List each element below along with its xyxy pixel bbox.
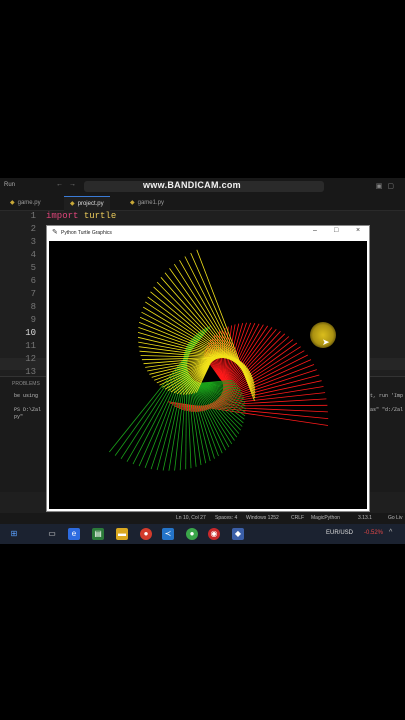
feather-icon: ✎ (52, 229, 58, 236)
line-number: 8 (30, 302, 36, 312)
mouse-pointer-icon: ➤ (322, 337, 330, 347)
python-file-icon: ◆ (10, 200, 15, 206)
turtle-canvas[interactable] (49, 241, 367, 509)
tab-label: project.py (77, 201, 104, 207)
status-go-live[interactable]: Go Liv (388, 515, 402, 521)
tab-game[interactable]: ◆ game.py (4, 196, 47, 210)
line-number: 6 (30, 276, 36, 286)
layout-icons[interactable]: ▣▢ (376, 182, 399, 190)
task-view-icon[interactable]: ▭ (46, 528, 58, 540)
terminal-text: t, run 'Imp (370, 393, 404, 399)
tab-game1[interactable]: ◆ game1.py (124, 196, 170, 210)
currency-pair[interactable]: EUR/USD (326, 530, 353, 536)
tab-label: game.py (17, 200, 41, 206)
terminal-text: py" (14, 414, 24, 420)
turtle-graphics-window[interactable]: ✎ Python Turtle Graphics – □ × (46, 225, 370, 512)
maximize-button[interactable]: □ (334, 227, 338, 234)
status-spaces[interactable]: Spaces: 4 (215, 515, 237, 521)
module-turtle: turtle (83, 211, 117, 221)
line-number: 9 (30, 315, 36, 325)
status-eol[interactable]: CRLF (291, 515, 304, 521)
windows-taskbar: ⊞ ▭ e ▤ ▬ ● ≺ ● ◉ ◆ EUR/USD -0.52% ^ (0, 524, 405, 544)
edge-icon[interactable]: e (68, 528, 80, 540)
line-number: 3 (30, 237, 36, 247)
status-position[interactable]: Ln 10, Col 27 (176, 515, 206, 521)
status-version[interactable]: 3.13.1 (358, 515, 372, 521)
spiral-drawing (108, 249, 329, 471)
terminal-text: as" "d:/Zal (370, 407, 404, 413)
currency-change: -0.52% (364, 530, 384, 536)
status-encoding[interactable]: Windows 1252 (246, 515, 279, 521)
store-icon[interactable]: ▤ (92, 528, 104, 540)
terminal-text: be using (14, 393, 39, 399)
turtle-window-titlebar[interactable]: ✎ Python Turtle Graphics – □ × (47, 226, 369, 240)
turtle-window-title: Python Turtle Graphics (61, 230, 112, 236)
status-bar: Ln 10, Col 27 Spaces: 4 Windows 1252 CRL… (0, 513, 405, 524)
line-number: 10 (25, 328, 36, 338)
line-number: 11 (25, 341, 36, 351)
tab-label: game1.py (137, 200, 164, 206)
windows-start-icon[interactable]: ⊞ (8, 528, 20, 540)
minimize-button[interactable]: – (313, 227, 317, 234)
line-number: 4 (30, 250, 36, 260)
panel-title[interactable]: PROBLEMS (12, 381, 40, 387)
keyword-import: import (46, 211, 79, 221)
browser-icon[interactable]: ● (186, 528, 198, 540)
menu-run[interactable]: Run (4, 182, 15, 188)
python-file-icon: ◆ (70, 201, 75, 207)
tab-project[interactable]: ◆ project.py (64, 196, 110, 211)
line-number: 12 (25, 354, 36, 364)
python-icon[interactable]: ◆ (232, 528, 244, 540)
bandicam-icon[interactable]: ◉ (208, 528, 220, 540)
nav-arrows[interactable]: ←→ (56, 181, 82, 188)
editor-tabs: ◆ game.py ◆ project.py ◆ game1.py (0, 196, 405, 211)
code-line-1: import turtle (46, 211, 116, 221)
bandicam-watermark: www.BANDICAM.com (143, 180, 241, 190)
tray-chevron-icon[interactable]: ^ (389, 529, 392, 536)
close-button[interactable]: × (356, 227, 360, 234)
line-number: 1 (30, 211, 36, 221)
line-number: 2 (30, 224, 36, 234)
python-file-icon: ◆ (130, 200, 135, 206)
folder-icon[interactable]: ▬ (116, 528, 128, 540)
vscode-icon[interactable]: ≺ (162, 528, 174, 540)
line-number: 7 (30, 289, 36, 299)
status-language[interactable]: MagicPython (311, 515, 340, 521)
line-number: 5 (30, 263, 36, 273)
terminal-text: PS D:\Zal (14, 407, 42, 413)
vscode-titlebar: Run ←→ www.BANDICAM.com ▣▢ (0, 178, 405, 196)
chrome-icon[interactable]: ● (140, 528, 152, 540)
